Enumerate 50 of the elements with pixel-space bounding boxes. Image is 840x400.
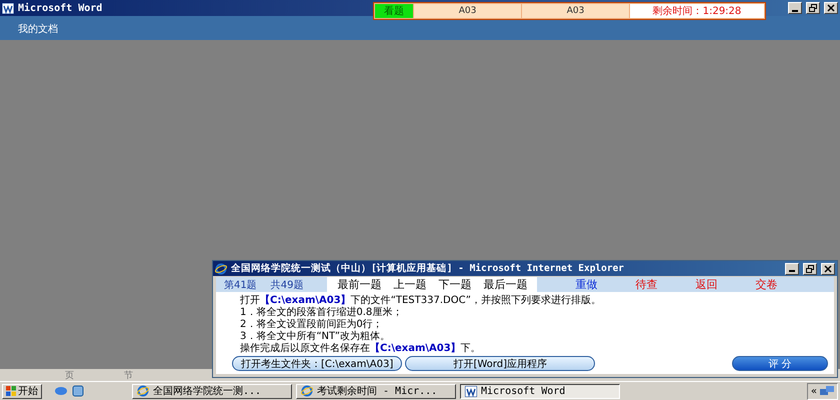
instruction-text: 2．将全文设置段前间距为0行； [240, 319, 384, 330]
restore-icon [806, 264, 814, 272]
question-nav-link[interactable]: 最前一题 [337, 277, 382, 292]
exam-action-link[interactable]: 交卷 [755, 277, 778, 292]
close-button[interactable] [824, 2, 838, 14]
exam-action-link[interactable]: 返回 [695, 277, 718, 292]
status-text: 页 [65, 370, 74, 382]
window-title: Microsoft Word [18, 2, 102, 14]
start-button[interactable]: 开始 [2, 384, 42, 398]
question-nav-link[interactable]: 最后一题 [483, 277, 528, 292]
remaining-time: 剩余时间：1:29:28 [630, 4, 764, 18]
status-text: 节 [124, 370, 133, 382]
exam-action-link[interactable]: 重做 [575, 277, 598, 292]
close-icon [827, 4, 835, 12]
desktop-icon-label[interactable]: 我的文档 [18, 22, 58, 36]
action-button[interactable]: 打开考生文件夹：[C:\exam\A03] [232, 356, 402, 371]
question-total: 共49题 [270, 278, 304, 292]
taskbar-task[interactable]: 考试剩余时间 - Micr... [296, 384, 456, 398]
word-icon [2, 2, 14, 14]
windows-logo-icon [6, 386, 16, 396]
minimize-icon [792, 10, 798, 12]
question-nav-link[interactable]: 上一题 [393, 277, 426, 292]
restore-icon [809, 4, 817, 12]
browser-page-icon [301, 385, 313, 397]
minimize-button[interactable] [788, 2, 802, 14]
minimize-icon [789, 270, 795, 272]
close-icon [824, 264, 832, 272]
exam-action-link[interactable]: 待查 [635, 277, 658, 292]
question-nav-link[interactable]: 下一题 [438, 277, 472, 292]
restore-button[interactable] [803, 262, 817, 274]
instruction-text: 1．将全文的段落首行缩进0.8厘米； [240, 307, 404, 318]
grade-button[interactable]: 评 分 [732, 356, 828, 371]
close-button[interactable] [821, 262, 835, 274]
minimize-button[interactable] [785, 262, 799, 274]
tray-expand-button[interactable]: « [810, 386, 817, 396]
taskbar-task[interactable]: 全国网络学院统一测... [132, 384, 292, 398]
instruction-text: 打开【C:\exam\A03】下的文件“TEST337.DOC”，并按照下列要求进行排版。 [240, 295, 602, 306]
restore-button[interactable] [806, 2, 820, 14]
network-icon [820, 386, 834, 396]
view-question-label[interactable]: 看题 [375, 4, 413, 18]
taskbar-task[interactable]: Microsoft Word [460, 384, 620, 398]
action-button[interactable]: 打开[Word]应用程序 [405, 356, 596, 371]
instruction-text: 3．将全文中所有“NT”改为粗体。 [240, 331, 392, 342]
question-number: 第41题 [224, 278, 257, 292]
word-icon [465, 386, 477, 396]
exam-code-field: A03 [414, 4, 521, 18]
exam-code-field: A03 [522, 4, 629, 18]
instruction-text: 操作完成后以原文件名保存在【C:\exam\A03】下。 [240, 343, 482, 355]
browser-window-title: 全国网络学院统一测试（中山）[计算机应用基础] - Microsoft Internet Explorer [231, 262, 626, 275]
browser-page-icon [137, 385, 149, 397]
